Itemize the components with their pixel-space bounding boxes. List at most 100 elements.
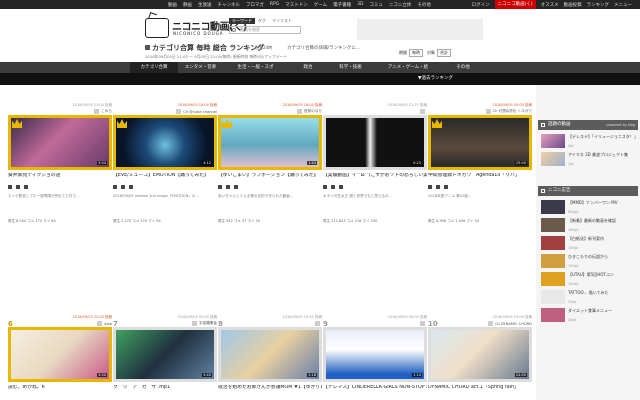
mylist-icon[interactable] — [436, 185, 440, 189]
tab-entertainment[interactable]: エンタメ・音楽 — [178, 62, 223, 73]
share-icon[interactable] — [129, 185, 133, 189]
niconico-douga-link[interactable]: ニコニコ動画(く) — [494, 0, 536, 9]
ranking-link[interactable]: ランキング — [587, 2, 609, 8]
sidebar-ad-item[interactable]: ダイエット食事メニュー 20pt — [541, 308, 637, 324]
tab-science[interactable]: 科学・技術 — [328, 62, 373, 73]
past-ranking-link[interactable]: ▼過去ランキング — [418, 73, 453, 85]
sidebar-video-item[interactable]: アイマス 3D 美波プロジェクト集 2pt — [541, 152, 637, 168]
sidebar-thumbnail[interactable] — [541, 200, 565, 214]
comment-icon[interactable] — [428, 185, 432, 189]
sidebar-ad-item[interactable]: 【MMD】ナンバーワン MV 600pt — [541, 200, 637, 216]
owner[interactable]: Ch @cutie channel — [176, 109, 217, 114]
nav-link-blomaga[interactable]: ブロマガ — [246, 2, 264, 8]
tab-life-sports[interactable]: 生活・一般・スポ — [223, 62, 288, 73]
video-thumbnail[interactable]: 1:18 — [218, 327, 322, 382]
sidebar-item-title[interactable]: アイマス 3D 美波プロジェクト集 — [568, 152, 638, 157]
video-thumbnail[interactable]: 3:04 — [8, 115, 112, 170]
sidebar-item-title[interactable]: 【新着】最新の動画を確認 — [568, 218, 638, 223]
video-title[interactable]: 【ゆいこまい】ラブポーション【踊ってみた】 — [218, 173, 322, 179]
nav-link-channel[interactable]: チャンネル — [218, 2, 240, 8]
target-select[interactable]: 合計 — [437, 49, 451, 57]
upload-link[interactable]: 動画投稿 — [564, 2, 582, 8]
site-logo[interactable]: ニコニコ動画(く) NICONICO DOUGA — [145, 17, 247, 39]
share-icon[interactable] — [234, 185, 238, 189]
video-thumbnail[interactable]: 1:44 — [218, 115, 322, 170]
owner[interactable]: 宇宙職業者 — [192, 321, 217, 326]
sidebar-thumbnail[interactable] — [541, 236, 565, 250]
owner[interactable] — [420, 109, 427, 114]
video-thumbnail[interactable]: 24:00 — [428, 327, 532, 382]
mylist-icon[interactable] — [331, 185, 335, 189]
video-thumbnail[interactable]: 0:23 — [323, 115, 427, 170]
recommend-link[interactable]: オススメ — [541, 2, 559, 8]
owner[interactable]: Aiea — [97, 321, 112, 326]
sidebar-thumbnail[interactable] — [541, 218, 565, 232]
mylist-icon[interactable] — [226, 185, 230, 189]
sidebar-ad-item[interactable]: ひきこもりの伝説から 100pt — [541, 254, 637, 270]
nav-link-rpg[interactable]: RPG — [270, 2, 279, 7]
video-title[interactable]: 読む。めかね。6 — [8, 385, 112, 391]
sidebar-thumbnail[interactable] — [541, 290, 565, 304]
video-title[interactable]: 就活を始めたお姉さんが会議MOM #1【ゆかり系鬼畜なみらいほ】 — [218, 385, 322, 391]
video-title[interactable]: ク リ ア カ サ .mp1 — [113, 385, 217, 391]
sidebar-thumbnail[interactable] — [541, 134, 565, 148]
search-input[interactable]: 動画を検索 — [229, 26, 301, 34]
video-title[interactable]: 【実験動画】イ^ω^)こすかおソトの恐ろしい実験【手記】 — [323, 173, 427, 179]
period-select[interactable]: 毎時 — [409, 49, 423, 57]
nav-link-live[interactable]: 生放送 — [198, 2, 212, 8]
share-icon[interactable] — [24, 185, 28, 189]
comment-icon[interactable] — [218, 185, 222, 189]
tab-anime-game[interactable]: アニメ・ゲーム・絵 — [373, 62, 443, 73]
sidebar-item-title[interactable]: 【UTAU】第5回HOTコン — [568, 272, 638, 277]
search-tab-mylist[interactable]: マイリスト — [269, 18, 295, 24]
login-link[interactable]: ログイン — [472, 2, 490, 8]
video-thumbnail[interactable]: 25:00 — [428, 115, 532, 170]
sidebar-thumbnail[interactable] — [541, 254, 565, 268]
owner[interactable]: Ch 幻想水滸伝 トネガワ — [485, 109, 532, 114]
owner[interactable]: こゆら — [94, 109, 112, 114]
tab-other[interactable]: その他 — [443, 62, 483, 73]
sidebar-item-title[interactable]: TATTOO... 描いてみた — [568, 290, 638, 295]
nav-link-other[interactable]: その他 — [417, 2, 431, 8]
video-thumbnail[interactable]: 1:10 — [323, 327, 427, 382]
nav-link-3d[interactable]: 3D — [357, 2, 363, 7]
sidebar-ad-item[interactable]: 【新着】最新の動画を確認 160pt — [541, 218, 637, 234]
sidebar-item-title[interactable]: 【白紙化】新刊案内 — [568, 236, 638, 241]
video-title[interactable]: 【EVE/ミューコ】EMOTION【踊ってみた】 — [113, 173, 217, 179]
mylist-icon[interactable] — [121, 185, 125, 189]
owner[interactable]: 官邸のなり — [297, 109, 322, 114]
sidebar-thumbnail[interactable] — [541, 152, 565, 166]
nav-link-community[interactable]: コミュ — [369, 2, 383, 8]
share-icon[interactable] — [444, 185, 448, 189]
video-title[interactable]: 中間管理録トネガワ Agenda10「リハ」 — [428, 173, 532, 179]
sidebar-thumbnail[interactable] — [541, 308, 565, 322]
nav-link-mastodon[interactable]: マストドン — [285, 2, 308, 8]
comment-icon[interactable] — [113, 185, 117, 189]
owner[interactable] — [315, 321, 322, 326]
sidebar-item-title[interactable]: ひきこもりの伝説から — [568, 254, 638, 259]
nav-link-seiga[interactable]: 静画 — [183, 2, 192, 8]
comment-icon[interactable] — [8, 185, 12, 189]
video-title[interactable]: 【デレマス】CINDERELLA GIRLS NON-STOP SPECIAL … — [323, 385, 427, 391]
nav-link-ebook[interactable]: 電子書籍 — [333, 2, 351, 8]
video-thumbnail[interactable]: 4:12 — [113, 115, 217, 170]
tab-all-categories[interactable]: カテゴリ合算 — [130, 62, 178, 73]
sidebar-video-item[interactable]: 【デレステ】「イリュージョニスタ！」MV 3pt — [541, 134, 638, 150]
search-tab-tag[interactable]: タグ — [255, 18, 269, 24]
owner[interactable] — [420, 321, 427, 326]
nav-link-douga[interactable]: 動画 — [168, 2, 177, 8]
video-thumbnail[interactable]: 3:40 — [113, 327, 217, 382]
header-ad-banner[interactable] — [357, 19, 483, 40]
share-icon[interactable] — [339, 185, 343, 189]
sidebar-ad-item[interactable]: 【UTAU】第5回HOTコン 100pt — [541, 272, 637, 288]
owner[interactable]: Ch DYNAMIC CHORD — [488, 321, 532, 326]
nav-link-game[interactable]: ゲーム — [314, 2, 327, 8]
nav-link-rittai[interactable]: ニコニ立体 — [389, 2, 412, 8]
video-thumbnail[interactable]: 3:00 — [8, 327, 112, 382]
sidebar-ad-item[interactable]: TATTOO... 描いてみた 20pt — [541, 290, 637, 306]
tab-politics[interactable]: 政治 — [288, 62, 328, 73]
comment-icon[interactable] — [323, 185, 327, 189]
sidebar-item-title[interactable]: ダイエット食事メニュー — [568, 308, 638, 313]
menu-link[interactable]: メニュー — [614, 2, 632, 8]
sidebar-thumbnail[interactable] — [541, 272, 565, 286]
